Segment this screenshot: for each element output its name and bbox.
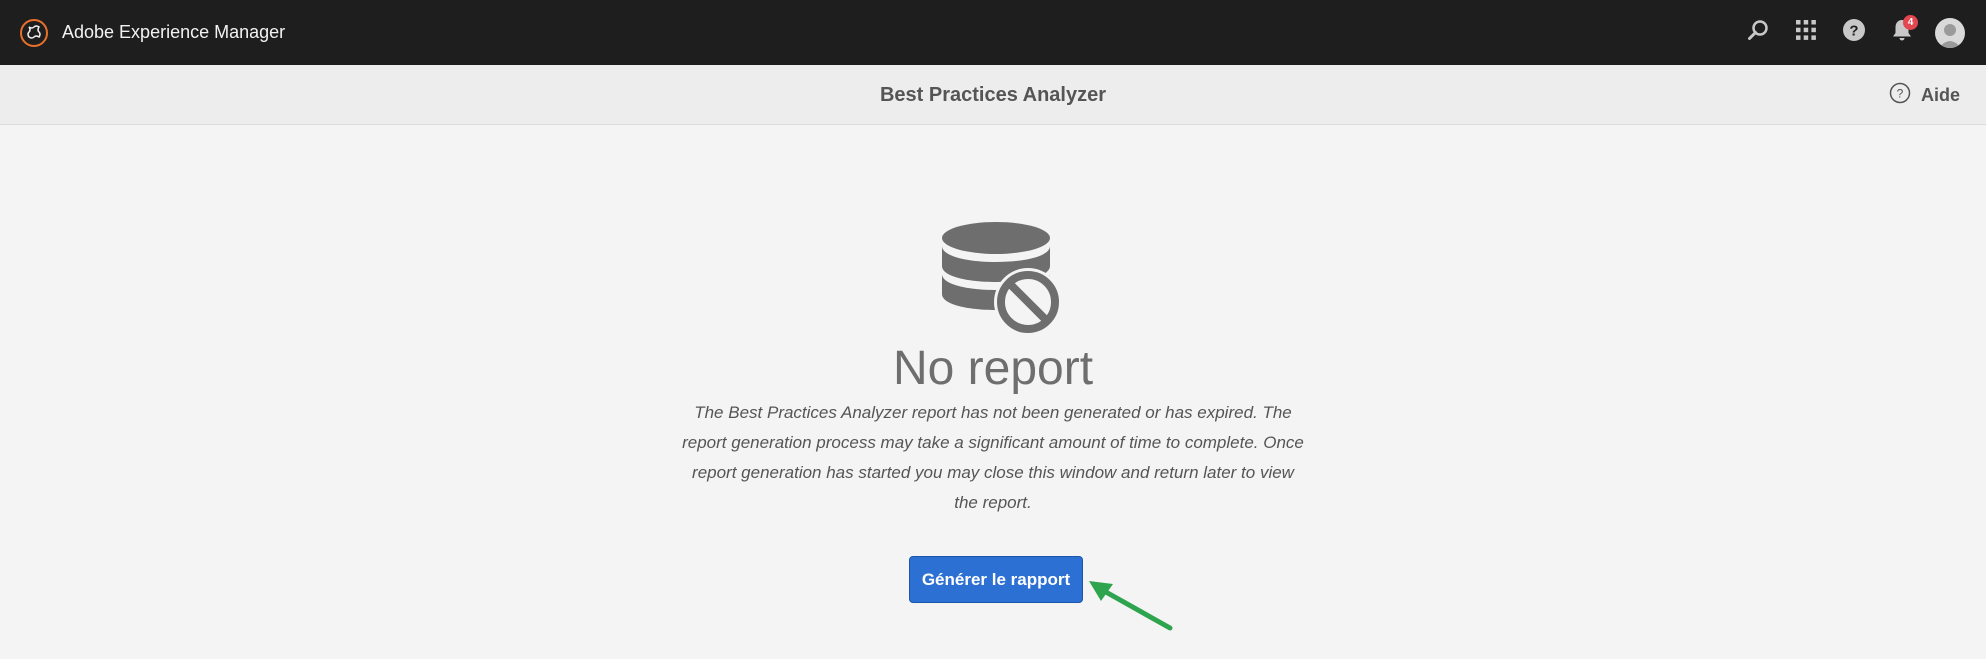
help-circle-icon: ?	[1889, 82, 1911, 109]
database-blocked-icon	[936, 218, 1066, 338]
empty-heading: No report	[892, 342, 1094, 395]
solutions-button[interactable]	[1782, 9, 1830, 57]
adobe-logo-icon	[18, 17, 50, 49]
action-bar: Best Practices Analyzer ? Aide	[0, 65, 1986, 125]
notifications-button[interactable]: 4	[1878, 9, 1926, 57]
help-link-label: Aide	[1920, 84, 1960, 105]
empty-state: No report The Best Practices Analyzer re…	[0, 125, 1986, 659]
svg-text:?: ?	[1849, 23, 1858, 40]
user-avatar-icon	[1935, 17, 1965, 48]
search-icon	[1746, 18, 1770, 47]
apps-grid-icon	[1795, 19, 1817, 46]
shell-header: Adobe Experience Manager ? 4	[0, 0, 1986, 65]
svg-text:?: ?	[1897, 86, 1904, 100]
arrow-annotation-icon	[1085, 575, 1175, 635]
app-title: Adobe Experience Manager	[62, 22, 286, 42]
search-button[interactable]	[1734, 9, 1782, 57]
help-link[interactable]: ? Aide	[1889, 65, 1960, 125]
empty-description: The Best Practices Analyzer report has n…	[682, 403, 1304, 512]
notification-badge: 4	[1903, 14, 1918, 30]
shell-actions: ? 4	[1734, 0, 1986, 65]
generate-report-button[interactable]: Générer le rapport	[909, 556, 1083, 603]
help-button[interactable]: ?	[1830, 9, 1878, 57]
help-icon: ?	[1842, 18, 1866, 47]
page-title: Best Practices Analyzer	[879, 84, 1107, 106]
brand[interactable]: Adobe Experience Manager	[18, 17, 285, 49]
user-menu-button[interactable]	[1926, 9, 1974, 57]
